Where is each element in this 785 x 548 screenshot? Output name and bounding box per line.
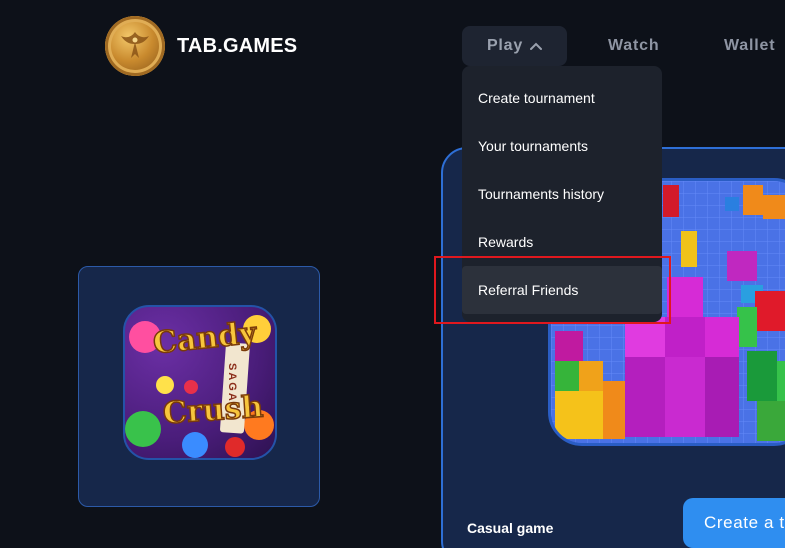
candy-title-word-2: Crush [161,389,265,432]
menu-item-tournaments-history[interactable]: Tournaments history [462,170,662,218]
brand-name[interactable]: TAB.GAMES [177,35,297,58]
create-tournament-button[interactable]: Create a t [683,498,785,548]
game-category-label: Casual game [467,520,554,536]
game-card-candy-crush[interactable]: Candy Crush SAGA [78,266,320,507]
menu-item-your-tournaments[interactable]: Your tournaments [462,122,662,170]
logo[interactable] [105,16,165,76]
candy-title-word-3: SAGA [226,363,238,403]
menu-item-rewards[interactable]: Rewards [462,218,662,266]
menu-item-referral-friends[interactable]: Referral Friends [462,266,662,314]
menu-item-create-tournament[interactable]: Create tournament [462,74,662,122]
candy-crush-thumbnail[interactable]: Candy Crush SAGA [123,305,277,460]
chevron-up-icon [530,42,543,50]
phoenix-coin-icon [121,32,149,58]
nav-wallet-link[interactable]: Wallet [724,37,775,55]
nav-watch-link[interactable]: Watch [608,37,659,55]
nav-play-button[interactable]: Play [462,26,567,66]
nav-play-label: Play [486,37,524,54]
play-dropdown-menu: Create tournament Your tournaments Tourn… [462,66,662,322]
